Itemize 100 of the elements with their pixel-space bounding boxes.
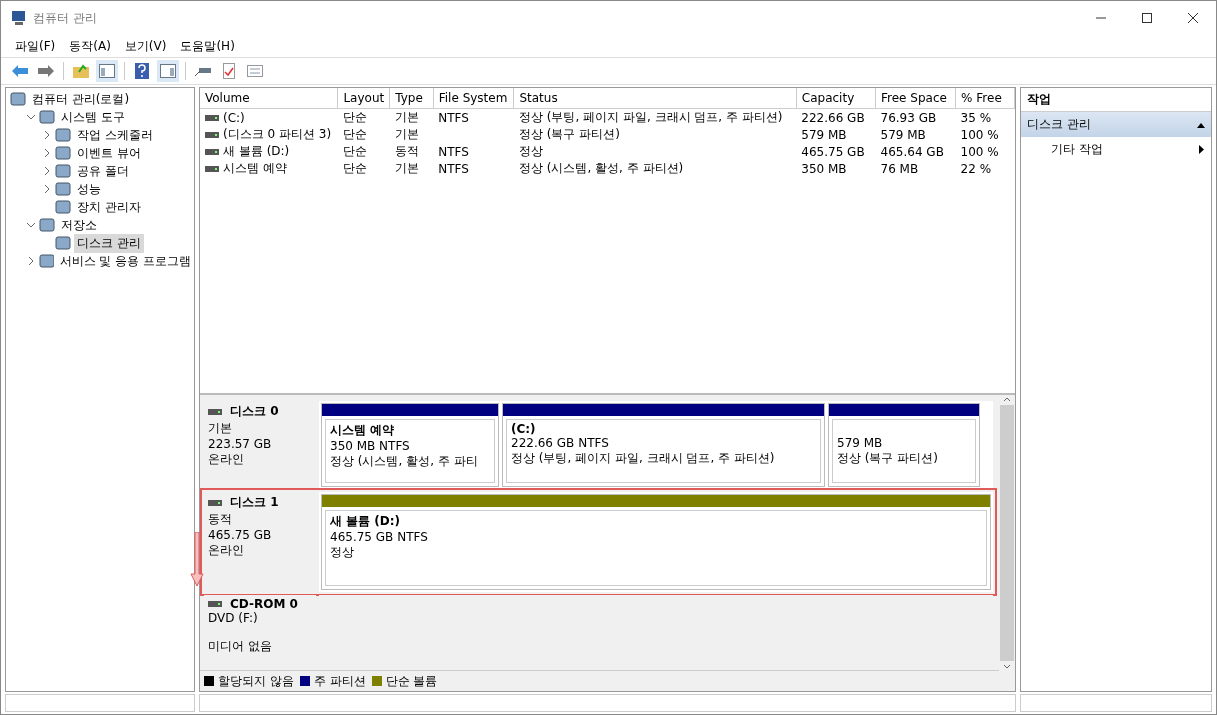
table-cell: 정상 (부팅, 페이지 파일, 크래시 덤프, 주 파티션) (518, 110, 783, 124)
table-cell: 정상 (518, 144, 543, 158)
table-cell: 579 MB (801, 127, 847, 142)
table-cell: 465.75 GB (801, 144, 865, 159)
disk-name: 디스크 1 (208, 494, 312, 511)
partition-name: (C:) (511, 422, 537, 436)
console-tree-button[interactable] (96, 60, 118, 82)
chevron-down-icon[interactable] (26, 220, 36, 230)
partition[interactable]: (C:) 222.66 GB NTFS 정상 (부팅, 페이지 파일, 크래시 덤프, 주 파티션) (502, 403, 825, 487)
disk-status: 온라인 (208, 451, 245, 468)
disk-type: DVD (F:) (208, 611, 259, 625)
table-cell: (C:) (223, 110, 245, 125)
node-icon (39, 110, 55, 124)
column-header[interactable]: Layout (337, 88, 390, 109)
chevron-right-icon[interactable] (42, 184, 52, 194)
drive-icon (205, 131, 219, 138)
table-cell: 단순 (342, 127, 367, 141)
node-icon (55, 182, 71, 196)
table-cell: 100 % (960, 144, 999, 159)
drive-icon (208, 408, 222, 415)
tree-item[interactable]: 시스템 도구 (58, 107, 128, 127)
partition[interactable]: 579 MB 정상 (복구 파티션) (828, 403, 980, 487)
table-cell: 단순 (342, 161, 367, 175)
disk-type: 기본 (208, 420, 233, 437)
tree-item[interactable]: 공유 폴더 (74, 161, 132, 181)
chevron-right-icon[interactable] (42, 130, 52, 140)
table-cell: 정상 (시스템, 활성, 주 파티션) (518, 161, 684, 175)
tree-item[interactable]: 서비스 및 응용 프로그램 (56, 251, 194, 271)
drive-icon (208, 499, 222, 506)
partition-status: 정상 (시스템, 활성, 주 파티 (330, 453, 479, 470)
scroll-up-icon[interactable] (1003, 395, 1011, 403)
scroll-down-icon[interactable] (1003, 663, 1011, 671)
node-icon (55, 128, 71, 142)
partition-name: 새 볼륨 (D:) (330, 513, 402, 530)
partition-status: 정상 (부팅, 페이지 파일, 크래시 덤프, 주 파티션) (511, 450, 776, 467)
tree-item[interactable]: 성능 (74, 179, 104, 199)
table-cell: 단순 (342, 110, 367, 124)
node-icon (55, 200, 71, 214)
tree-item[interactable]: 작업 스케줄러 (74, 125, 156, 145)
actions-section[interactable]: 디스크 관리 (1021, 112, 1211, 137)
menu-item[interactable]: 도움말(H) (174, 35, 241, 57)
disk-size: 465.75 GB (208, 528, 273, 542)
column-header[interactable]: Status (513, 88, 797, 109)
legend-label: 단순 볼륨 (385, 672, 438, 690)
column-header[interactable]: Capacity (796, 88, 876, 109)
partition-size: 222.66 GB NTFS (511, 436, 610, 450)
partition-size: 465.75 GB NTFS (330, 530, 429, 544)
partition-size: 350 MB NTFS (330, 439, 411, 453)
tree-item[interactable]: 장치 관리자 (74, 197, 144, 217)
tree-item[interactable]: 컴퓨터 관리(로컬) (29, 89, 133, 109)
disk-name: CD-ROM 0 (208, 597, 312, 611)
column-header[interactable]: % Free (955, 88, 1015, 109)
table-cell: 새 볼륨 (D:) (223, 143, 290, 160)
drive-icon (205, 148, 219, 155)
arrow-down-icon (190, 532, 204, 588)
legend-label: 할당되지 않음 (218, 672, 294, 690)
tree-item[interactable]: 이벤트 뷰어 (74, 143, 144, 163)
table-cell: NTFS (438, 110, 469, 125)
action-pane-button[interactable] (157, 60, 179, 82)
disk-size: 223.57 GB (208, 437, 273, 451)
column-header[interactable]: Volume (200, 88, 338, 109)
table-cell: 단순 (342, 144, 367, 158)
column-header[interactable]: Free Space (875, 88, 956, 109)
computer-icon (11, 10, 27, 26)
column-header[interactable]: Type (389, 88, 434, 109)
table-cell: NTFS (438, 144, 469, 159)
chevron-right-icon[interactable] (42, 148, 52, 158)
column-header[interactable]: File System (433, 88, 514, 109)
chevron-right-icon[interactable] (42, 166, 52, 176)
table-cell: NTFS (438, 161, 469, 176)
table-cell: 정상 (복구 파티션) (518, 127, 620, 141)
drive-icon (205, 165, 219, 172)
table-cell: 기본 (394, 161, 419, 175)
node-icon (39, 254, 54, 268)
table-cell: 579 MB (880, 127, 926, 142)
action-item[interactable]: 기타 작업 (1021, 137, 1211, 162)
chevron-down-icon[interactable] (26, 112, 36, 122)
tree-item[interactable]: 저장소 (58, 215, 100, 235)
menu-item[interactable]: 동작(A) (63, 35, 117, 57)
disk-status: 미디어 없음 (208, 638, 273, 655)
table-cell: 35 % (960, 110, 992, 125)
partition[interactable]: 새 볼륨 (D:) 465.75 GB NTFS 정상 (321, 494, 991, 590)
submenu-arrow-icon (1199, 145, 1205, 154)
disk-name: 디스크 0 (208, 403, 312, 420)
partition[interactable]: 시스템 예약 350 MB NTFS 정상 (시스템, 활성, 주 파티 (321, 403, 499, 487)
disk-status: 온라인 (208, 542, 245, 559)
window-title: 컴퓨터 관리 (33, 9, 97, 27)
scrollbar[interactable] (999, 395, 1015, 671)
table-cell: 100 % (960, 127, 999, 142)
menu-item[interactable]: 파일(F) (9, 35, 62, 57)
table-cell: 시스템 예약 (223, 160, 287, 177)
maximize-icon (1142, 13, 1152, 23)
tree-item[interactable]: 디스크 관리 (74, 233, 144, 253)
drive-icon (208, 601, 222, 607)
chevron-right-icon[interactable] (26, 256, 36, 266)
table-cell: (디스크 0 파티션 3) (223, 126, 332, 143)
node-icon (55, 236, 71, 250)
node-icon (39, 218, 55, 232)
drive-icon (205, 114, 219, 121)
menu-item[interactable]: 보기(V) (118, 35, 173, 57)
